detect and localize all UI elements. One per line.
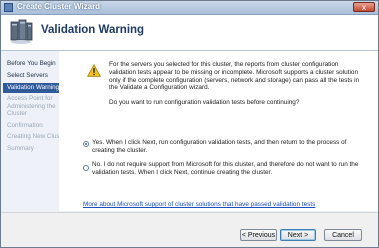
no-option-label[interactable]: No. I do not require support from Micros… bbox=[92, 161, 360, 177]
cluster-servers-icon bbox=[10, 19, 33, 44]
step-confirmation: Confirmation bbox=[7, 122, 43, 129]
step-select-servers: Select Servers bbox=[7, 72, 48, 79]
cancel-button[interactable]: Cancel bbox=[324, 229, 362, 241]
step-before-you-begin: Before You Begin bbox=[7, 60, 56, 67]
support-info-link[interactable]: More about Microsoft support of cluster … bbox=[83, 201, 315, 208]
step-access-point: Access Point for Administering the Clust… bbox=[7, 95, 56, 117]
wizard-header: Validation Warning bbox=[1, 15, 378, 51]
yes-option-label[interactable]: Yes. When I click Next, run configuratio… bbox=[92, 139, 360, 155]
previous-button[interactable]: < Previous bbox=[240, 229, 277, 241]
no-radio[interactable] bbox=[83, 165, 89, 171]
yes-radio[interactable] bbox=[83, 141, 89, 147]
title-bar[interactable]: Create Cluster Wizard x bbox=[1, 1, 378, 15]
wizard-footer: < Previous Next > Cancel bbox=[1, 212, 378, 247]
wizard-steps-sidebar: Before You Begin Select Servers Validati… bbox=[1, 51, 67, 211]
warning-message: For the servers you selected for this cl… bbox=[109, 61, 360, 92]
close-button[interactable]: x bbox=[353, 2, 375, 12]
next-button[interactable]: Next > bbox=[280, 229, 316, 241]
wizard-content: For the servers you selected for this cl… bbox=[59, 51, 378, 211]
warning-icon bbox=[87, 64, 101, 77]
wizard-app-icon bbox=[4, 3, 13, 12]
step-validation-warning: Validation Warning bbox=[3, 83, 61, 93]
step-summary: Summary bbox=[7, 145, 34, 152]
page-title: Validation Warning bbox=[41, 24, 145, 36]
step-creating-new-cluster: Creating New Cluster bbox=[7, 133, 67, 140]
window-title: Create Cluster Wizard bbox=[17, 2, 101, 11]
wizard-window: Create Cluster Wizard x Validation Warni… bbox=[0, 0, 379, 248]
question-text: Do you want to run configuration validat… bbox=[109, 99, 300, 106]
